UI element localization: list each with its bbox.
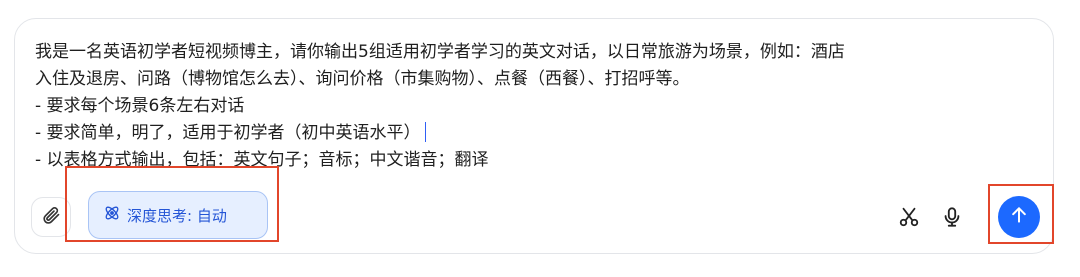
atom-icon bbox=[103, 204, 121, 226]
deep-think-button[interactable]: 深度思考: 自动 bbox=[88, 191, 268, 239]
scissors-icon bbox=[898, 206, 920, 232]
prompt-line: 我是一名英语初学者短视频博主，请你输出5组适用初学者学习的英文对话，以日常旅游为… bbox=[35, 42, 845, 62]
text-cursor bbox=[424, 122, 427, 142]
prompt-line: 入住及退房、问路（博物馆怎么去）、询问价格（市集购物）、点餐（西餐）、打招呼等。 bbox=[35, 69, 690, 89]
scissors-button[interactable] bbox=[893, 203, 925, 235]
paperclip-icon bbox=[41, 205, 61, 229]
prompt-line: - 要求每个场景6条左右对话 bbox=[35, 96, 245, 116]
prompt-text[interactable]: 我是一名英语初学者短视频博主，请你输出5组适用初学者学习的英文对话，以日常旅游为… bbox=[35, 39, 1045, 174]
prompt-line: - 要求简单，明了，适用于初学者（初中英语水平） bbox=[35, 120, 1045, 147]
deep-think-label: 深度思考: 自动 bbox=[127, 206, 227, 225]
send-button[interactable] bbox=[998, 196, 1040, 238]
microphone-button[interactable] bbox=[936, 203, 968, 235]
prompt-line-text: - 要求简单，明了，适用于初学者（初中英语水平） bbox=[35, 123, 421, 143]
arrow-up-icon bbox=[1009, 205, 1029, 229]
microphone-icon bbox=[941, 206, 963, 232]
